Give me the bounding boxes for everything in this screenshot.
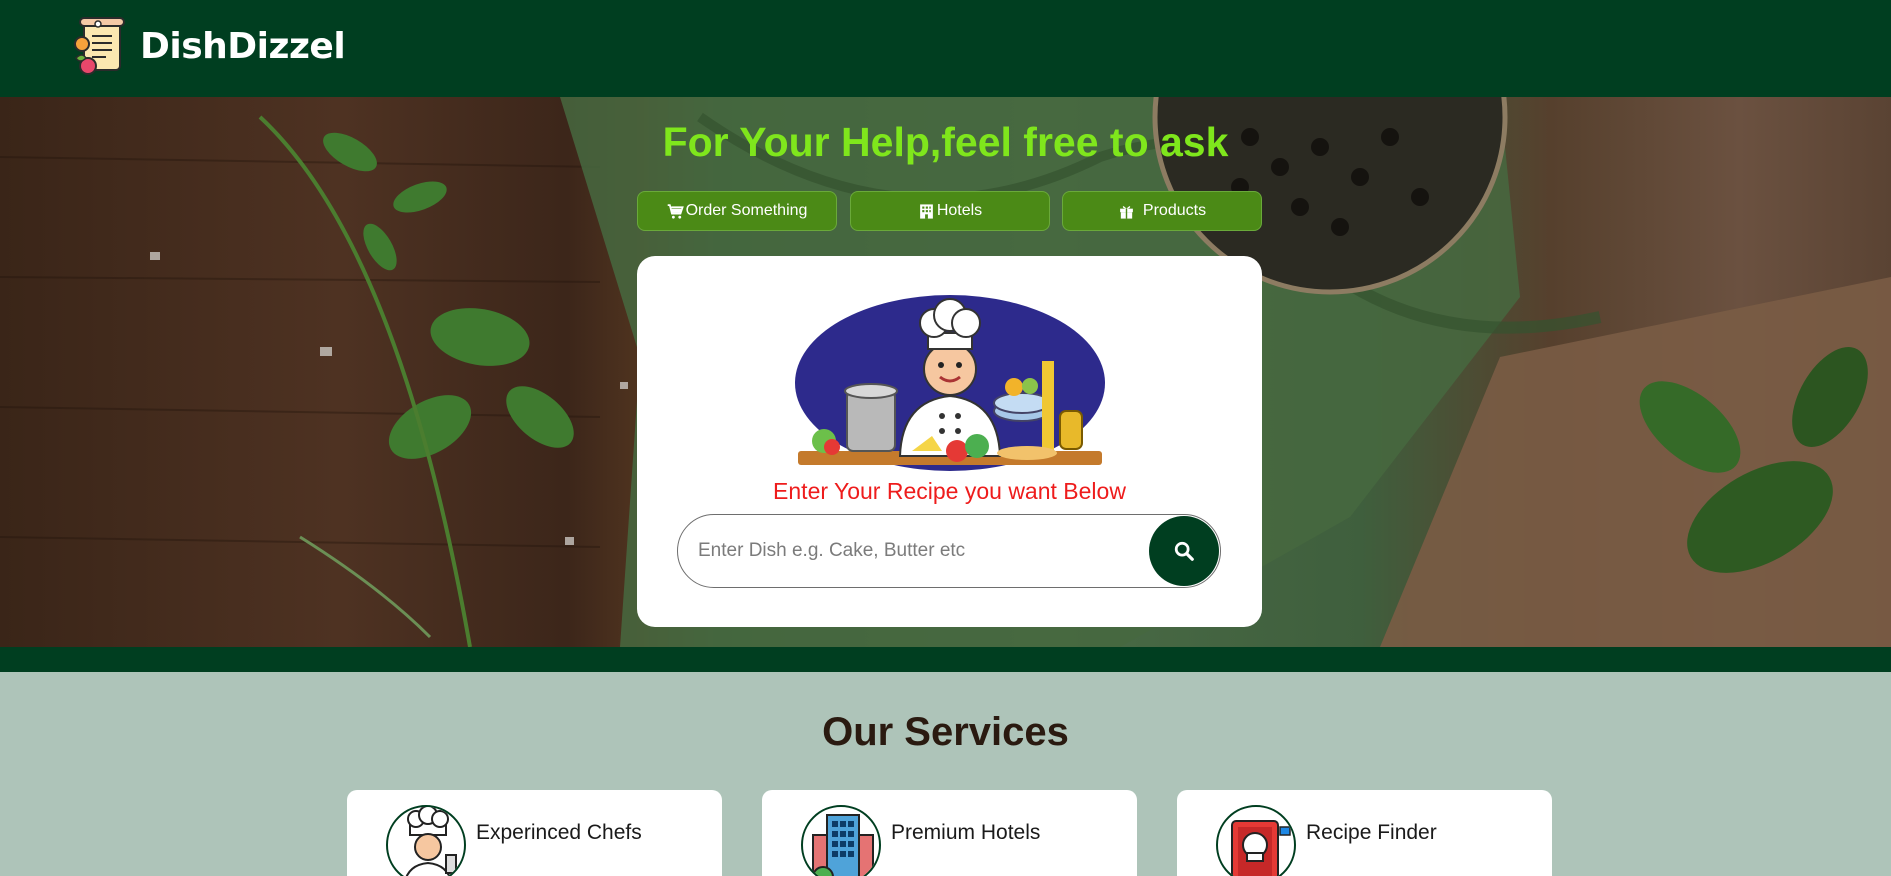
search-bar xyxy=(677,514,1221,588)
hotels-label: Hotels xyxy=(936,202,983,219)
hotel-building-icon xyxy=(801,805,881,876)
search-button[interactable] xyxy=(1149,516,1219,586)
service-label-hotels: Premium Hotels xyxy=(891,821,1041,844)
services-title: Our Services xyxy=(822,710,1069,754)
top-navbar: DishDizzel xyxy=(0,0,1891,97)
service-label-chefs: Experinced Chefs xyxy=(476,821,642,844)
hero-section: For Your Help,feel free to ask Order Som… xyxy=(0,97,1891,647)
chef-illustration xyxy=(795,295,1105,471)
products-button[interactable]: Products xyxy=(1062,191,1262,231)
chef-icon xyxy=(386,805,466,876)
search-icon xyxy=(1174,541,1194,561)
recipe-scroll-logo-icon xyxy=(74,17,125,75)
hero-title: For Your Help,feel free to ask xyxy=(662,119,1229,165)
building-icon xyxy=(919,203,933,219)
recipe-prompt: Enter Your Recipe you want Below xyxy=(773,478,1126,504)
dish-search-input[interactable] xyxy=(698,533,1138,569)
service-card-hotels[interactable]: Premium Hotels xyxy=(762,790,1137,876)
hotels-button[interactable]: Hotels xyxy=(850,191,1050,231)
products-label: Products xyxy=(1142,202,1207,219)
recipe-search-card: Enter Your Recipe you want Below xyxy=(637,256,1262,627)
brand-name: DishDizzel xyxy=(140,25,346,67)
service-card-chefs[interactable]: Experinced Chefs xyxy=(347,790,722,876)
recipe-book-icon xyxy=(1216,805,1296,876)
brand[interactable]: DishDizzel xyxy=(68,14,346,78)
gift-icon xyxy=(1120,205,1133,219)
service-label-recipe-finder: Recipe Finder xyxy=(1306,821,1437,844)
order-something-button[interactable]: Order Something xyxy=(637,191,837,231)
services-section: Our Services Experinced Chefs Premium Ho… xyxy=(0,672,1891,876)
service-card-recipe-finder[interactable]: Recipe Finder xyxy=(1177,790,1552,876)
cart-icon xyxy=(667,203,684,219)
divider-strip xyxy=(0,647,1891,672)
order-something-label: Order Something xyxy=(685,202,808,219)
